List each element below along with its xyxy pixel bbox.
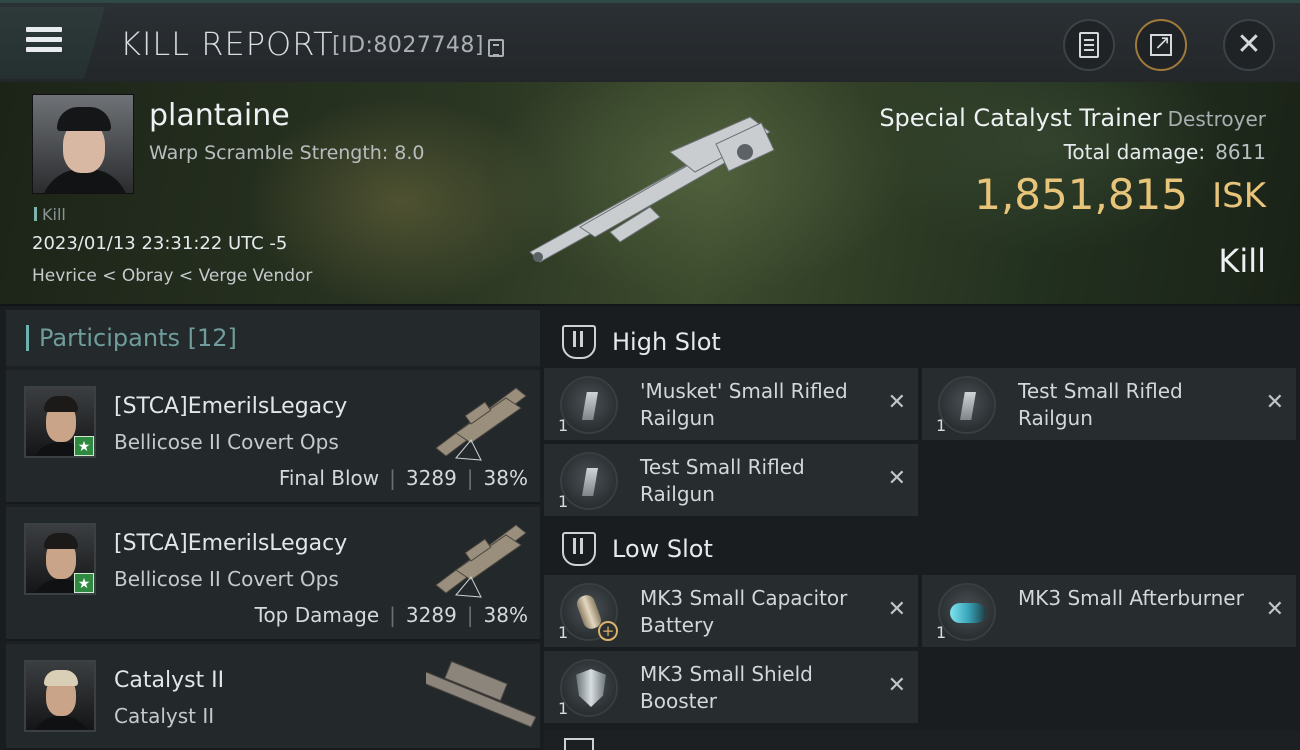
module-quantity: 1 — [558, 623, 569, 642]
remove-icon[interactable]: ✕ — [888, 466, 906, 491]
victim-ship-image[interactable] — [520, 112, 790, 272]
share-icon — [1150, 30, 1172, 56]
total-damage: Total damage: 8611 — [1064, 140, 1266, 164]
copy-icon[interactable] — [488, 39, 504, 57]
remove-icon[interactable]: ✕ — [1266, 390, 1284, 415]
participant-ship-image — [435, 524, 527, 598]
kill-banner: plantaine Warp Scramble Strength: 8.0 Ki… — [0, 82, 1300, 306]
close-icon: ✕ — [1236, 27, 1262, 62]
isk-value: 1,851,815 — [974, 170, 1188, 219]
participant-row[interactable]: ★ [STCA]EmerilsLegacy Bellicose II Cover… — [6, 507, 540, 641]
ship-name: Special Catalyst Trainer — [879, 104, 1162, 132]
participant-name: [STCA]EmerilsLegacy — [114, 394, 348, 419]
participant-percent: 38% — [483, 466, 528, 490]
document-icon — [1079, 32, 1099, 58]
low-slot-icon — [562, 532, 596, 566]
high-slot-label: High Slot — [612, 328, 721, 356]
high-slot-header: High Slot — [544, 314, 1300, 370]
low-slot-header: Low Slot — [544, 521, 1300, 577]
participant-damage: 3289 — [405, 603, 457, 627]
participant-stats: Top Damage | 3289 | 38% — [254, 603, 528, 627]
participant-role: Final Blow — [278, 466, 380, 490]
low-slot-label: Low Slot — [612, 535, 713, 563]
page-title: KILL REPORT — [120, 25, 334, 63]
participant-portrait[interactable]: ★ — [24, 386, 96, 458]
participant-portrait[interactable]: ★ — [24, 523, 96, 595]
participant-role: Top Damage — [254, 603, 380, 627]
participant-row[interactable]: Catalyst II Catalyst II — [6, 644, 540, 750]
participant-stats: Final Blow | 3289 | 38% — [278, 466, 528, 490]
ship-class: Destroyer — [1167, 107, 1266, 131]
hamburger-menu-icon[interactable] — [26, 27, 62, 53]
module-item[interactable]: 1 Test Small Rifled Railgun ✕ — [922, 368, 1296, 440]
module-name: Test Small Rifled Railgun — [1018, 379, 1183, 430]
participant-ship-image — [435, 387, 527, 461]
module-name: 'Musket' Small Rifled Railgun — [640, 379, 848, 430]
remove-icon[interactable]: ✕ — [888, 673, 906, 698]
module-quantity: 1 — [558, 699, 569, 718]
report-id: [ID:8027748] — [332, 33, 484, 58]
victim-pilot-name[interactable]: plantaine — [149, 98, 290, 133]
participant-name: [STCA]EmerilsLegacy — [114, 531, 348, 556]
isk-unit: ISK — [1212, 176, 1266, 216]
module-quantity: 1 — [558, 492, 569, 511]
participant-ship-image — [426, 660, 536, 728]
victim-portrait[interactable] — [32, 94, 134, 194]
railgun-icon — [938, 376, 996, 434]
afterburner-icon — [938, 583, 996, 641]
remove-icon[interactable]: ✕ — [1266, 597, 1284, 622]
mid-slot-icon — [564, 738, 594, 750]
capacitor-battery-icon: + — [560, 583, 618, 641]
plus-icon: + — [598, 621, 618, 641]
share-button[interactable] — [1135, 19, 1187, 71]
module-item[interactable]: 1 'Musket' Small Rifled Railgun ✕ — [544, 368, 918, 440]
module-item[interactable]: + 1 MK3 Small Capacitor Battery ✕ — [544, 575, 918, 647]
module-quantity: 1 — [936, 623, 947, 642]
participant-row[interactable]: ★ [STCA]EmerilsLegacy Bellicose II Cover… — [6, 370, 540, 504]
participants-count: [12] — [187, 324, 237, 352]
top-bar: KILL REPORT [ID:8027748] ✕ — [0, 0, 1300, 82]
kill-location[interactable]: Hevrice < Obray < Verge Vendor — [32, 266, 312, 286]
participant-portrait[interactable] — [24, 660, 96, 732]
participant-name: Catalyst II — [114, 668, 225, 693]
participant-ship: Bellicose II Covert Ops — [114, 567, 339, 591]
participants-label: Participants — [39, 324, 180, 352]
railgun-icon — [560, 376, 618, 434]
warp-scramble-strength: Warp Scramble Strength: 8.0 — [149, 142, 425, 164]
participant-percent: 38% — [483, 603, 528, 627]
fitting-panel: High Slot 1 'Musket' Small Rifled Railgu… — [544, 310, 1300, 750]
participants-panel: Participants [12] ★ [STCA]EmerilsLegacy … — [6, 310, 540, 750]
participant-ship: Bellicose II Covert Ops — [114, 430, 339, 454]
kill-datetime: 2023/01/13 23:31:22 UTC -5 — [32, 233, 288, 254]
mid-slot-header-peek — [544, 730, 1300, 750]
participants-header[interactable]: Participants [12] — [6, 310, 540, 366]
notes-button[interactable] — [1063, 19, 1115, 71]
shield-booster-icon — [560, 659, 618, 717]
kill-tag: Kill — [34, 205, 66, 224]
module-name: MK3 Small Shield Booster — [640, 662, 813, 713]
star-icon: ★ — [74, 573, 94, 593]
participant-ship: Catalyst II — [114, 704, 215, 728]
close-button[interactable]: ✕ — [1223, 19, 1275, 71]
module-item[interactable]: 1 MK3 Small Shield Booster ✕ — [544, 651, 918, 723]
remove-icon[interactable]: ✕ — [888, 597, 906, 622]
participant-damage: 3289 — [405, 466, 457, 490]
railgun-icon — [560, 452, 618, 510]
victim-ship-name[interactable]: Special Catalyst Trainer Destroyer — [879, 104, 1266, 132]
module-name: MK3 Small Capacitor Battery — [640, 586, 848, 637]
total-damage-label: Total damage: — [1063, 140, 1206, 164]
module-item[interactable]: 1 Test Small Rifled Railgun ✕ — [544, 444, 918, 516]
total-damage-value: 8611 — [1215, 140, 1266, 164]
module-item[interactable]: 1 MK3 Small Afterburner ✕ — [922, 575, 1296, 647]
remove-icon[interactable]: ✕ — [888, 390, 906, 415]
star-icon: ★ — [74, 436, 94, 456]
module-quantity: 1 — [936, 416, 947, 435]
module-name: Test Small Rifled Railgun — [640, 455, 805, 506]
kill-result-label: Kill — [1218, 242, 1266, 280]
module-quantity: 1 — [558, 416, 569, 435]
high-slot-icon — [562, 325, 596, 359]
module-name: MK3 Small Afterburner — [1018, 586, 1244, 610]
